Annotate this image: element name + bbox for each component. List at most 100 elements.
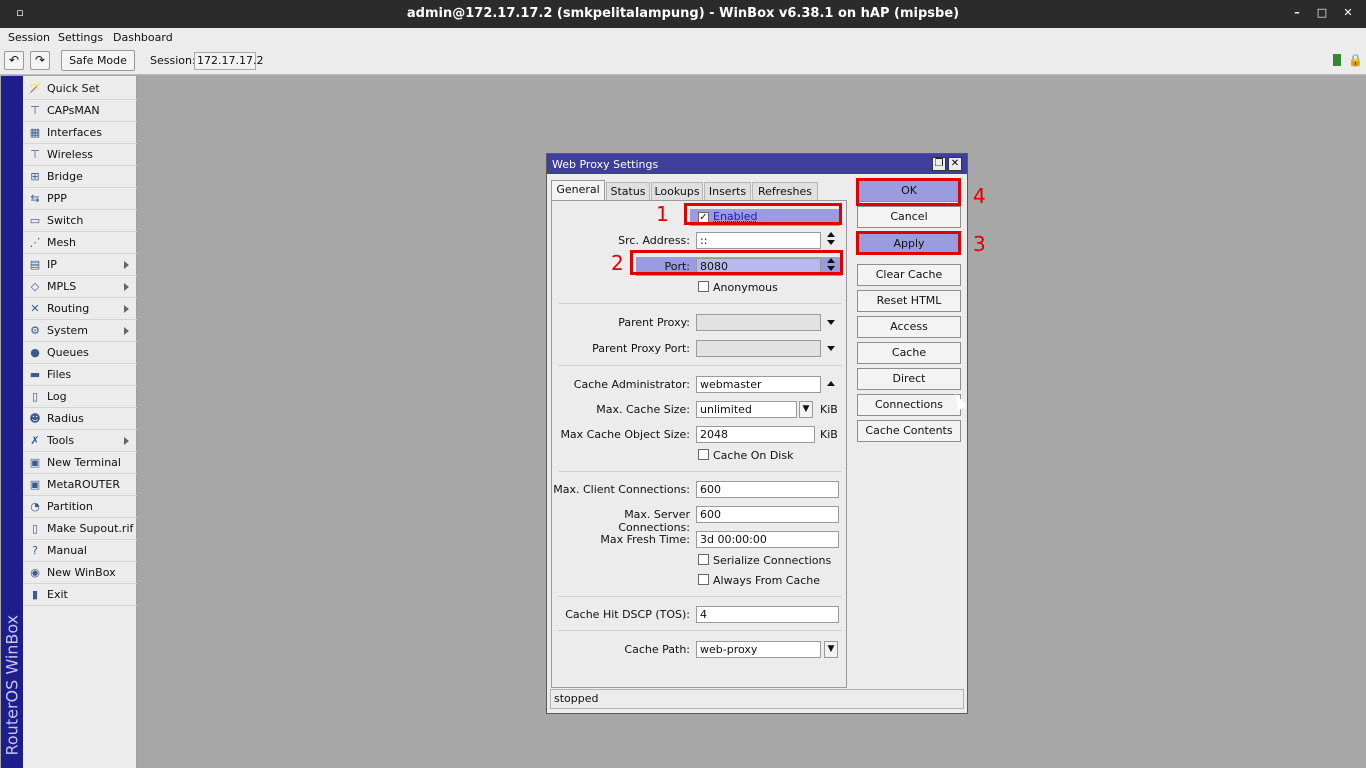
submenu-arrow-icon (124, 305, 129, 313)
sidebar-item-new-winbox[interactable]: ◉ New WinBox (23, 562, 137, 584)
sidebar-item-capsman[interactable]: ⊤ CAPsMAN (23, 100, 137, 122)
sidebar-item-exit[interactable]: ▮ Exit (23, 584, 137, 606)
dropdown-icon[interactable]: ▼ (799, 401, 813, 418)
always-from-cache-checkbox[interactable] (698, 574, 709, 585)
cache-contents-button[interactable]: Cache Contents (857, 420, 961, 442)
sidebar-item-ip[interactable]: ▤ IP (23, 254, 137, 276)
tab-inserts[interactable]: Inserts (704, 182, 751, 201)
sidebar-item-files[interactable]: ▬ Files (23, 364, 137, 386)
cache-on-disk-label: Cache On Disk (713, 449, 794, 462)
tab-refreshes[interactable]: Refreshes (752, 182, 818, 201)
sidebar-item-radius[interactable]: ☻ Radius (23, 408, 137, 430)
submenu-arrow-icon (124, 283, 129, 291)
close-icon[interactable]: ✕ (948, 157, 962, 171)
minimize-icon[interactable]: – (1289, 5, 1305, 21)
src-address-input[interactable]: :: (696, 232, 821, 249)
sidebar-item-system[interactable]: ⚙ System (23, 320, 137, 342)
max-cache-object-size-input[interactable]: 2048 (696, 426, 815, 443)
sidebar-item-label: MPLS (47, 280, 77, 293)
redo-button[interactable]: ↷ (30, 51, 50, 70)
dropdown-icon[interactable]: ▼ (824, 641, 838, 658)
cache-on-disk-checkbox[interactable] (698, 449, 709, 460)
sidebar-item-label: MetaROUTER (47, 478, 120, 491)
sidebar-item-label: Files (47, 368, 72, 381)
cancel-button[interactable]: Cancel (857, 206, 961, 228)
cache-button[interactable]: Cache (857, 342, 961, 364)
sidebar-item-make-supout[interactable]: ▯ Make Supout.rif (23, 518, 137, 540)
globe-icon: ◉ (30, 566, 40, 579)
cache-administrator-label: Cache Administrator: (573, 378, 690, 391)
connections-button[interactable]: Connections (857, 394, 961, 416)
sidebar-item-quick-set[interactable]: 🪄 Quick Set (23, 78, 137, 100)
sidebar-item-label: Queues (47, 346, 89, 359)
anonymous-checkbox[interactable] (698, 281, 709, 292)
exit-icon: ▮ (31, 588, 39, 601)
sidebar-item-new-terminal[interactable]: ▣ New Terminal (23, 452, 137, 474)
annotation-number-2: 2 (611, 251, 624, 275)
max-cache-size-input[interactable]: unlimited (696, 401, 797, 418)
menu-settings[interactable]: Settings (58, 31, 103, 44)
sidebar-item-log[interactable]: ▯ Log (23, 386, 137, 408)
sidebar-item-label: System (47, 324, 89, 337)
menu-bar: Session Settings Dashboard (0, 28, 1366, 47)
help-icon: ? (32, 544, 38, 557)
safe-mode-button[interactable]: Safe Mode (61, 50, 135, 71)
max-server-connections-input[interactable]: 600 (696, 506, 839, 523)
tab-status[interactable]: Status (606, 182, 650, 201)
max-cache-object-size-unit: KiB (820, 428, 838, 441)
session-label: Session: (150, 54, 196, 67)
lock-icon: 🔒 (1348, 53, 1363, 67)
sidebar-item-wireless[interactable]: ⊤ Wireless (23, 144, 137, 166)
sidebar-item-switch[interactable]: ▭ Switch (23, 210, 137, 232)
serialize-connections-checkbox[interactable] (698, 554, 709, 565)
sidebar-item-label: PPP (47, 192, 67, 205)
sidebar-item-bridge[interactable]: ⊞ Bridge (23, 166, 137, 188)
sidebar-item-metarouter[interactable]: ▣ MetaROUTER (23, 474, 137, 496)
dropdown-arrow-icon[interactable] (827, 320, 835, 325)
sidebar: 🪄 Quick Set ⊤ CAPsMAN ▦ Interfaces ⊤ Wireles… (23, 76, 137, 768)
window-title: admin@172.17.17.2 (smkpelitalampung) - W… (406, 6, 960, 21)
session-field[interactable]: 172.17.17.2 (194, 52, 263, 70)
sidebar-item-label: Bridge (47, 170, 83, 183)
mpls-icon: ◇ (30, 280, 40, 293)
access-button[interactable]: Access (857, 316, 961, 338)
sidebar-item-queues[interactable]: ● Queues (23, 342, 137, 364)
tab-general[interactable]: General (551, 180, 605, 201)
cache-hit-dscp-input[interactable]: 4 (696, 606, 839, 623)
undo-button[interactable]: ↶ (4, 51, 24, 70)
max-fresh-time-input[interactable]: 3d 00:00:00 (696, 531, 839, 548)
sidebar-item-mesh[interactable]: ⋰ Mesh (23, 232, 137, 254)
cache-administrator-input[interactable]: webmaster (696, 376, 821, 393)
expand-down-icon[interactable] (827, 240, 835, 245)
collapse-up-icon[interactable] (827, 381, 835, 386)
sidebar-item-manual[interactable]: ? Manual (23, 540, 137, 562)
cache-path-input[interactable]: web-proxy (696, 641, 821, 658)
submenu-arrow-icon (124, 327, 129, 335)
dialog-title-bar[interactable]: Web Proxy Settings ❐ ✕ (547, 154, 967, 174)
sidebar-item-tools[interactable]: ✗ Tools (23, 430, 137, 452)
parent-proxy-input[interactable] (696, 314, 821, 331)
tab-lookups[interactable]: Lookups (651, 182, 703, 201)
direct-button[interactable]: Direct (857, 368, 961, 390)
clear-cache-button[interactable]: Clear Cache (857, 264, 961, 286)
reset-html-button[interactable]: Reset HTML (857, 290, 961, 312)
close-window-icon[interactable]: ✕ (1340, 5, 1356, 21)
sidebar-item-label: Routing (47, 302, 90, 315)
sidebar-item-mpls[interactable]: ◇ MPLS (23, 276, 137, 298)
maximize-icon[interactable]: □ (1314, 5, 1330, 21)
annotation-box-ok (856, 178, 961, 206)
max-client-connections-input[interactable]: 600 (696, 481, 839, 498)
dropdown-arrow-icon[interactable] (827, 346, 835, 351)
collapse-up-icon[interactable] (827, 232, 835, 237)
sidebar-item-partition[interactable]: ◔ Partition (23, 496, 137, 518)
sidebar-item-routing[interactable]: ✕ Routing (23, 298, 137, 320)
sidebar-item-label: Radius (47, 412, 84, 425)
menu-session[interactable]: Session (8, 31, 50, 44)
parent-proxy-port-input[interactable] (696, 340, 821, 357)
menu-dashboard[interactable]: Dashboard (113, 31, 173, 44)
sidebar-item-ppp[interactable]: ⇆ PPP (23, 188, 137, 210)
sidebar-item-interfaces[interactable]: ▦ Interfaces (23, 122, 137, 144)
max-server-connections-label: Max. Server Connections: (618, 508, 690, 534)
partition-icon: ◔ (30, 500, 40, 513)
restore-icon[interactable]: ❐ (932, 157, 946, 171)
